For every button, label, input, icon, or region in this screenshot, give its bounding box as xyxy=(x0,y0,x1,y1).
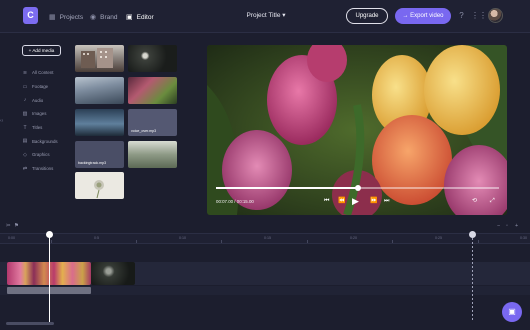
ruler-label: 0:20 xyxy=(350,236,357,240)
brand-icon: ◉ xyxy=(90,14,97,21)
sidebar-item-images[interactable]: ▨ Images xyxy=(22,107,58,121)
skip-forward-icon[interactable]: ⏭ xyxy=(384,197,389,205)
nav-editor-label: Editor xyxy=(136,13,154,21)
zoom-in-icon[interactable]: + xyxy=(515,223,518,229)
timeline-playhead-handle[interactable] xyxy=(46,231,53,238)
media-thumb-voice-over[interactable]: voice_over.mp3 xyxy=(128,109,177,136)
ruler-tick xyxy=(478,240,479,243)
fast-forward-icon[interactable]: ⏩ xyxy=(370,197,377,205)
city-building-picture xyxy=(81,48,113,68)
fullscreen-icon[interactable]: ⤢ xyxy=(490,197,495,205)
rewind-icon[interactable]: ⏪ xyxy=(338,197,345,205)
project-title-dropdown[interactable]: Project Title ▾ xyxy=(240,11,292,19)
media-thumb-white-flower[interactable] xyxy=(75,172,124,199)
marker-icon[interactable]: ⚑ xyxy=(14,223,19,229)
sidebar-item-label: Images xyxy=(32,111,47,117)
sidebar-item-label: All Content xyxy=(32,70,54,76)
media-thumb-city-building[interactable] xyxy=(75,45,124,72)
timeline-end-marker[interactable] xyxy=(472,234,473,322)
nav-projects[interactable]: ▦ Projects xyxy=(49,11,83,23)
add-media-button[interactable]: + Add media xyxy=(22,45,61,56)
loop-icon[interactable]: ⟲ xyxy=(472,197,477,205)
media-thumb-backing-track[interactable]: backingtrack.mp3 xyxy=(75,141,124,168)
text-icon: T xyxy=(23,124,27,131)
ruler-tick xyxy=(392,240,393,243)
scissors-icon[interactable]: ✂ xyxy=(6,223,11,229)
sidebar-item-footage[interactable]: ▭ Footage xyxy=(22,80,58,94)
media-thumb-label: backingtrack.mp3 xyxy=(78,161,107,165)
image-icon: ▨ xyxy=(22,110,28,117)
sidebar-item-graphics[interactable]: ◇ Graphics xyxy=(22,148,58,162)
ruler-tick xyxy=(307,240,308,243)
app-logo[interactable]: C xyxy=(23,7,38,24)
sidebar-item-titles[interactable]: T Titles xyxy=(22,121,58,135)
media-category-menu: ≋ All Content ▭ Footage ♪ Audio ▨ Images… xyxy=(22,66,58,176)
video-timecode: 00:07.00 / 00:15.00 xyxy=(216,199,254,204)
sidebar-item-audio[interactable]: ♪ Audio xyxy=(22,93,58,107)
video-scrubber-handle[interactable] xyxy=(355,185,361,191)
background-icon: ▤ xyxy=(22,138,28,145)
zoom-out-icon[interactable]: − xyxy=(497,223,500,229)
nav-projects-label: Projects xyxy=(59,13,84,21)
sidebar-item-label: Audio xyxy=(32,97,44,103)
play-icon[interactable]: ▶ xyxy=(352,195,359,207)
shapes-icon: ◇ xyxy=(23,151,27,158)
timeline-playhead[interactable] xyxy=(49,234,50,322)
timeline-clip-dark-plant[interactable] xyxy=(91,262,135,285)
transition-icon: ⇄ xyxy=(22,165,28,172)
sidebar-item-label: Footage xyxy=(32,84,49,90)
white-flower-picture xyxy=(94,180,104,199)
sidebar-item-all-content[interactable]: ≋ All Content xyxy=(22,66,58,80)
sidebar-item-label: Transitions xyxy=(32,166,54,172)
nav-brand[interactable]: ◉ Brand xyxy=(90,11,117,23)
nav-editor[interactable]: ▣ Editor xyxy=(126,11,154,23)
film-icon: ▣ xyxy=(126,14,133,21)
ruler-tick xyxy=(221,240,222,243)
ruler-label: 0:15 xyxy=(264,236,271,240)
media-thumb-greenhouse[interactable] xyxy=(128,141,177,168)
media-thumb-mountain-lake[interactable] xyxy=(75,109,124,136)
video-scrubber-progress xyxy=(216,187,358,189)
sidebar-item-backgrounds[interactable]: ▤ Backgrounds xyxy=(22,134,58,148)
film-icon: ▭ xyxy=(22,83,28,90)
help-icon[interactable]: ? xyxy=(456,10,467,21)
zoom-slider-icon[interactable]: ◦ xyxy=(506,223,508,229)
collapse-panel-icon[interactable]: ‹‹ xyxy=(0,118,10,124)
layers-icon: ≋ xyxy=(22,69,28,76)
ruler-label: 0:5 xyxy=(94,236,99,240)
nav-brand-label: Brand xyxy=(100,13,118,21)
timeline-end-handle[interactable] xyxy=(469,231,476,238)
timeline-scrollbar[interactable] xyxy=(6,322,54,325)
chat-icon: ▣ xyxy=(508,307,516,316)
ruler-tick xyxy=(136,240,137,243)
ruler-label: 0:00 xyxy=(8,236,15,240)
chat-support-button[interactable]: ▣ xyxy=(502,302,522,322)
grid-icon: ▦ xyxy=(49,14,56,21)
upgrade-button[interactable]: Upgrade xyxy=(346,8,388,24)
media-thumb-ocean-wave[interactable] xyxy=(75,77,124,104)
export-video-button[interactable]: → Export video xyxy=(395,8,451,24)
media-thumb-tulips[interactable] xyxy=(128,77,177,104)
skip-back-icon[interactable]: ⏮ xyxy=(324,197,329,205)
apps-grid-icon[interactable]: ⋮⋮ xyxy=(471,10,487,21)
sidebar-item-label: Graphics xyxy=(32,152,50,158)
sidebar-item-transitions[interactable]: ⇄ Transitions xyxy=(22,162,58,176)
ruler-label: 0:10 xyxy=(179,236,186,240)
sidebar-item-label: Backgrounds xyxy=(32,138,58,144)
ruler-label: 0:25 xyxy=(435,236,442,240)
ruler-tick xyxy=(51,240,52,243)
music-icon: ♪ xyxy=(23,97,27,104)
avatar[interactable] xyxy=(488,8,503,23)
media-thumb-label: voice_over.mp3 xyxy=(131,129,157,133)
media-thumb-dark-plant[interactable] xyxy=(128,45,177,72)
ruler-label: 0:30 xyxy=(520,236,527,240)
sidebar-item-label: Titles xyxy=(32,125,43,131)
